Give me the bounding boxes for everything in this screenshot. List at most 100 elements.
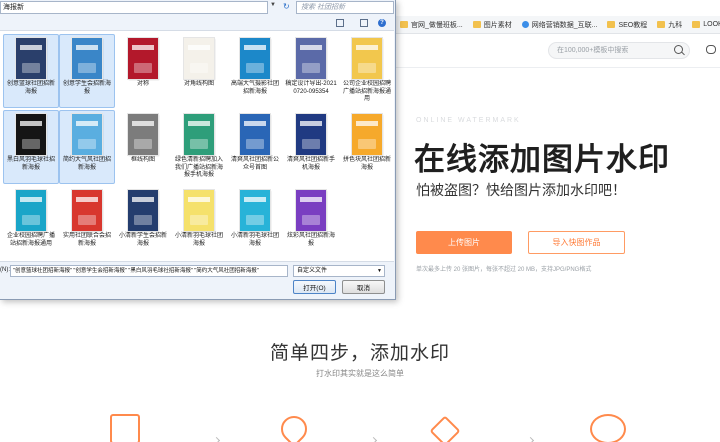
template-search-input[interactable]: 在100,000+模板中搜索 bbox=[548, 42, 690, 59]
file-item[interactable]: 绿色清新招聘加入我们广播站招新海报手机海报 bbox=[171, 110, 227, 184]
file-item[interactable]: 实用社团联合会招新海报 bbox=[59, 186, 115, 260]
file-thumbnail bbox=[128, 114, 158, 155]
file-name: 公司企业校园招聘广播站招新海报通用 bbox=[342, 81, 391, 102]
chevron-down-icon[interactable]: ▼ bbox=[270, 2, 276, 8]
download-step-icon bbox=[590, 414, 626, 442]
folder-icon bbox=[607, 21, 616, 28]
file-name: 小清新羽毛球社团海报 bbox=[174, 233, 223, 247]
dialog-search-input[interactable]: 搜索 社团招新 bbox=[296, 1, 394, 14]
preview-pane-icon[interactable] bbox=[360, 19, 368, 27]
file-name: 企业校园招聘广播站招新海报通用 bbox=[6, 233, 55, 247]
file-name: 对角线构图 bbox=[183, 81, 214, 87]
file-thumbnail bbox=[296, 114, 326, 155]
folder-icon bbox=[472, 21, 481, 28]
hero-subtitle: 怕被盗图？快给图片添加水印吧！ bbox=[416, 182, 626, 198]
hero-english-caption: ONLINE WATERMARK bbox=[416, 117, 521, 124]
file-thumbnail bbox=[72, 190, 102, 231]
file-name: 炫彩风社团招新海报 bbox=[286, 233, 335, 247]
file-item[interactable]: 创意学生会招新海报 bbox=[59, 34, 115, 108]
folder-icon bbox=[657, 21, 666, 28]
address-bar[interactable]: 海报新 bbox=[0, 1, 268, 14]
filetype-select[interactable]: 自定义文件 ▼ bbox=[293, 265, 385, 277]
bookmark-item[interactable]: SEO教程 bbox=[607, 20, 647, 30]
folder-icon bbox=[400, 21, 408, 28]
file-thumbnail bbox=[240, 190, 270, 231]
file-item[interactable]: 对称 bbox=[115, 34, 171, 108]
upload-image-button[interactable]: 上传图片 bbox=[416, 231, 512, 254]
file-item[interactable]: 清爽风社团招新手机海报 bbox=[283, 110, 339, 184]
bookmark-label: 官网_做慢班板... bbox=[411, 21, 463, 29]
file-name: 清爽风社团招新手机海报 bbox=[286, 157, 335, 171]
section-title: 简单四步，添加水印 bbox=[269, 343, 450, 364]
file-item[interactable]: 创意篮球社团招新海报 bbox=[3, 34, 59, 108]
file-thumbnail bbox=[128, 190, 158, 231]
bookmark-item[interactable]: 网络营销数据_互联... bbox=[521, 20, 598, 30]
chevron-right-icon bbox=[212, 436, 221, 442]
file-item[interactable]: 稿定设计导出-20210720-095354 bbox=[283, 34, 339, 108]
view-options-icon[interactable] bbox=[336, 19, 344, 27]
bookmark-label: 网络营销数据_互联... bbox=[531, 21, 598, 29]
file-thumbnail bbox=[16, 38, 46, 79]
cancel-button[interactable]: 取消 bbox=[342, 280, 385, 294]
section-subtitle: 打水印其实就是这么简单 bbox=[316, 369, 404, 378]
filename-input[interactable]: "创意篮球社团招新海报" "创意学生会招新海报" "黑白风羽毛球社招新海报" "… bbox=[10, 265, 288, 277]
file-name: 对称 bbox=[136, 81, 149, 87]
file-thumbnail bbox=[184, 190, 214, 231]
file-name: 创意篮球社团招新海报 bbox=[6, 81, 55, 95]
file-item[interactable]: 对角线构图 bbox=[171, 34, 227, 108]
bookmarks-bar: 官网_做慢班板...图片素材网络营销数据_互联...SEO教程九科LOOK芒果T… bbox=[396, 16, 720, 34]
file-item[interactable]: 企业校园招聘广播站招新海报通用 bbox=[3, 186, 59, 260]
file-item[interactable]: 清爽风社团招新公众号首图 bbox=[227, 110, 283, 184]
file-name: 绿色清新招聘加入我们广播站招新海报手机海报 bbox=[174, 157, 223, 178]
dialog-footer: (N): "创意篮球社团招新海报" "创意学生会招新海报" "黑白风羽毛球社招新… bbox=[0, 262, 396, 300]
bookmark-label: SEO教程 bbox=[618, 21, 648, 29]
file-name: 简约大气风社团招新海报 bbox=[62, 157, 111, 171]
file-name: 创意学生会招新海报 bbox=[62, 81, 111, 95]
file-name: 实用社团联合会招新海报 bbox=[62, 233, 111, 247]
file-thumbnail bbox=[240, 114, 270, 155]
edit-step-icon bbox=[429, 415, 461, 442]
file-thumbnail bbox=[352, 114, 382, 155]
bookmark-item[interactable]: LOOK bbox=[692, 21, 720, 28]
file-thumbnail bbox=[16, 114, 46, 155]
file-name: 小清新学生会招新海报 bbox=[118, 233, 167, 247]
file-thumbnail bbox=[240, 38, 270, 79]
file-item[interactable]: 简约大气风社团招新海报 bbox=[59, 110, 115, 184]
file-thumbnail bbox=[184, 38, 214, 79]
file-item[interactable]: 黑白风羽毛球社招新海报 bbox=[3, 110, 59, 184]
help-icon[interactable]: ? bbox=[378, 19, 386, 27]
file-item[interactable]: 小清新羽毛球社团海报 bbox=[227, 186, 283, 260]
file-item[interactable]: 高端大气摄影社团招新海报 bbox=[227, 34, 283, 108]
file-item[interactable]: 小清新学生会招新海报 bbox=[115, 186, 171, 260]
file-item[interactable]: 框线构图 bbox=[115, 110, 171, 184]
file-item[interactable]: 小清新羽毛球社团海报 bbox=[171, 186, 227, 260]
file-name: 稿定设计导出-20210720-095354 bbox=[285, 81, 337, 95]
chevron-down-icon: ▼ bbox=[377, 268, 382, 274]
bookmark-label: 九科 bbox=[668, 21, 683, 29]
file-item[interactable]: 拼色块风社团招新海报 bbox=[339, 110, 395, 184]
search-icon[interactable] bbox=[674, 45, 683, 54]
file-thumbnail bbox=[72, 38, 102, 79]
import-quick-work-button[interactable]: 导入快图作品 bbox=[528, 231, 625, 254]
file-name: 高端大气摄影社团招新海报 bbox=[230, 81, 279, 95]
dialog-toolbar: ? bbox=[0, 16, 396, 30]
file-thumbnail bbox=[72, 114, 102, 155]
message-icon[interactable] bbox=[706, 45, 716, 54]
bookmark-item[interactable]: 九科 bbox=[657, 20, 682, 30]
file-name: 清爽风社团招新公众号首图 bbox=[230, 157, 279, 171]
file-item[interactable]: 炫彩风社团招新海报 bbox=[283, 186, 339, 260]
bookmark-item[interactable]: 图片素材 bbox=[472, 20, 512, 30]
file-name: 拼色块风社团招新海报 bbox=[342, 157, 391, 171]
file-item[interactable]: 公司企业校园招聘广播站招新海报通用 bbox=[339, 34, 395, 108]
bookmark-item[interactable]: 官网_做慢班板... bbox=[400, 20, 463, 30]
bookmark-label: LOOK bbox=[703, 21, 720, 28]
file-thumbnail bbox=[352, 38, 382, 79]
refresh-icon[interactable]: ↻ bbox=[283, 2, 290, 11]
file-list[interactable]: 创意篮球社团招新海报 创意学生会招新海报 对称 对角线构图 高端大气摄影社团招新海报 稿定… bbox=[0, 30, 394, 262]
file-thumbnail bbox=[296, 190, 326, 231]
chevron-right-icon bbox=[369, 436, 378, 442]
filetype-value: 自定义文件 bbox=[297, 268, 328, 274]
image-step-icon bbox=[110, 414, 140, 442]
globe-icon bbox=[521, 21, 529, 28]
open-button[interactable]: 打开(O) bbox=[293, 280, 336, 294]
